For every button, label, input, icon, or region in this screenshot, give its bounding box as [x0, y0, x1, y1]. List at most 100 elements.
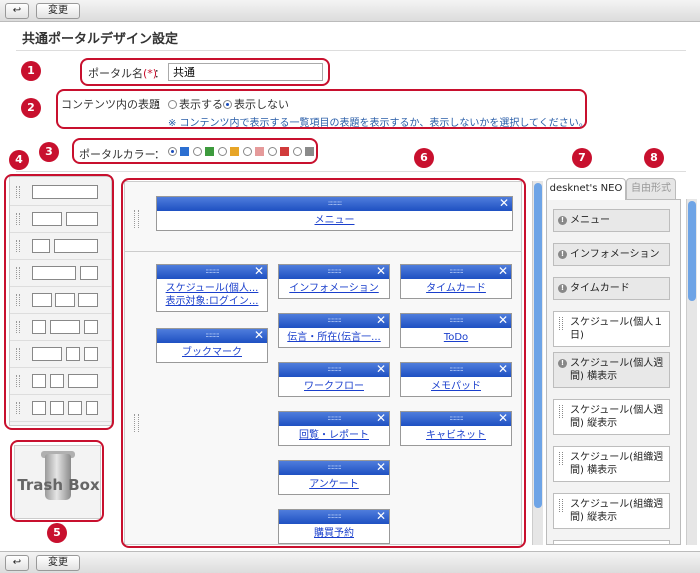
palette-item[interactable]: スケジュール(個人１日): [553, 311, 670, 347]
layout-option[interactable]: [10, 313, 111, 341]
portlet-title-link[interactable]: メニュー: [161, 214, 508, 227]
layout-option[interactable]: [10, 259, 111, 287]
radio-icon[interactable]: [168, 100, 177, 109]
portlet-header[interactable]: :::::::::: ✕: [279, 460, 389, 475]
color-swatch[interactable]: [205, 147, 214, 156]
color-radio[interactable]: [268, 147, 277, 156]
hide-option[interactable]: 表示しない: [223, 96, 289, 112]
color-swatch[interactable]: [255, 147, 264, 156]
portlet-header[interactable]: :::::::::: ✕: [401, 313, 511, 328]
close-icon[interactable]: ✕: [376, 313, 386, 327]
portlet-header[interactable]: :::::::::: ✕: [157, 264, 267, 279]
portlet[interactable]: :::::::::: ✕購買予約: [278, 509, 390, 544]
close-icon[interactable]: ✕: [376, 264, 386, 278]
row-drag-handle[interactable]: [134, 210, 139, 228]
layout-option[interactable]: [10, 286, 111, 314]
portlet-title-link[interactable]: ワークフロー: [283, 380, 385, 393]
color-radio[interactable]: [293, 147, 302, 156]
color-radio[interactable]: [168, 147, 177, 156]
change-button[interactable]: 変更: [36, 555, 80, 571]
layout-option[interactable]: [10, 178, 111, 206]
color-radio[interactable]: [193, 147, 202, 156]
close-icon[interactable]: ✕: [254, 328, 264, 342]
palette-item[interactable]: スケジュール(組織週間) 横表示: [553, 446, 670, 482]
show-option[interactable]: 表示する: [168, 96, 223, 112]
portlet-title-link[interactable]: タイムカード: [405, 282, 507, 295]
layout-option[interactable]: [10, 205, 111, 233]
palette-item[interactable]: スケジュール(個人月: [553, 540, 670, 544]
portlet-header[interactable]: :::::::::: ✕: [401, 411, 511, 426]
portlet[interactable]: :::::::::: ✕インフォメーション: [278, 264, 390, 299]
close-icon[interactable]: ✕: [376, 460, 386, 474]
close-icon[interactable]: ✕: [499, 196, 509, 210]
back-button[interactable]: ↩: [5, 3, 29, 19]
close-icon[interactable]: ✕: [498, 362, 508, 376]
portlet-title-link[interactable]: 伝言・所在(伝言一...: [283, 331, 385, 344]
portlet[interactable]: :::::::::: ✕アンケート: [278, 460, 390, 495]
row-drag-handle[interactable]: [134, 414, 139, 432]
row-divider: [125, 251, 521, 252]
color-radio[interactable]: [218, 147, 227, 156]
portlet-title-link[interactable]: インフォメーション: [283, 282, 385, 295]
trash-box[interactable]: Trash Box: [14, 445, 101, 519]
portlet-header[interactable]: :::::::::: ✕: [157, 328, 267, 343]
portlet[interactable]: :::::::::: ✕メニュー: [156, 196, 513, 231]
color-swatch[interactable]: [280, 147, 289, 156]
portlet[interactable]: :::::::::: ✕スケジュール(個人... 表示対象:ログイン...: [156, 264, 268, 312]
portlet-header[interactable]: :::::::::: ✕: [279, 264, 389, 279]
tab-desknets-neo[interactable]: desknet's NEO: [546, 178, 626, 200]
portlet-header[interactable]: :::::::::: ✕: [401, 264, 511, 279]
back-button[interactable]: ↩: [5, 555, 29, 571]
close-icon[interactable]: ✕: [376, 362, 386, 376]
palette-item[interactable]: スケジュール(組織週間) 縦表示: [553, 493, 670, 529]
canvas-scrollbar[interactable]: [532, 181, 543, 545]
close-icon[interactable]: ✕: [376, 411, 386, 425]
portlet-header[interactable]: :::::::::: ✕: [279, 411, 389, 426]
portlet-title-link[interactable]: 回覧・レポート: [283, 429, 385, 442]
top-toolbar: ↩ 変更: [0, 0, 700, 22]
portlet[interactable]: :::::::::: ✕メモパッド: [400, 362, 512, 397]
close-icon[interactable]: ✕: [498, 411, 508, 425]
portlet-title-link[interactable]: キャビネット: [405, 429, 507, 442]
change-button[interactable]: 変更: [36, 3, 80, 19]
portlet[interactable]: :::::::::: ✕伝言・所在(伝言一...: [278, 313, 390, 348]
color-radio[interactable]: [243, 147, 252, 156]
portlet[interactable]: :::::::::: ✕タイムカード: [400, 264, 512, 299]
layout-option[interactable]: [10, 394, 111, 422]
portlet[interactable]: :::::::::: ✕ブックマーク: [156, 328, 268, 363]
tab-free-format[interactable]: 自由形式: [626, 178, 676, 200]
palette-item[interactable]: スケジュール(個人週間) 縦表示: [553, 399, 670, 435]
portlet-subtitle-link[interactable]: 表示対象:ログイン...: [161, 295, 263, 308]
layout-option[interactable]: [10, 367, 111, 395]
layout-option[interactable]: [10, 340, 111, 368]
portlet-title-link[interactable]: アンケート: [283, 478, 385, 491]
portlet[interactable]: :::::::::: ✕ワークフロー: [278, 362, 390, 397]
close-icon[interactable]: ✕: [376, 509, 386, 523]
portlet[interactable]: :::::::::: ✕ToDo: [400, 313, 512, 348]
portlet-header[interactable]: :::::::::: ✕: [279, 509, 389, 524]
portlet-header[interactable]: :::::::::: ✕: [401, 362, 511, 377]
portlet-header[interactable]: :::::::::: ✕: [279, 313, 389, 328]
close-icon[interactable]: ✕: [498, 313, 508, 327]
callout-2: 2: [21, 98, 41, 118]
portal-name-input[interactable]: [168, 63, 323, 81]
portlet[interactable]: :::::::::: ✕回覧・レポート: [278, 411, 390, 446]
color-swatch[interactable]: [305, 147, 314, 156]
portlet-title-link[interactable]: ToDo: [405, 331, 507, 344]
scroll-thumb[interactable]: [688, 201, 696, 301]
portlet[interactable]: :::::::::: ✕キャビネット: [400, 411, 512, 446]
color-swatch[interactable]: [230, 147, 239, 156]
portlet-title-link[interactable]: ブックマーク: [161, 346, 263, 359]
palette-scrollbar[interactable]: [686, 199, 697, 545]
close-icon[interactable]: ✕: [498, 264, 508, 278]
portlet-title-link[interactable]: スケジュール(個人...: [161, 282, 263, 295]
portlet-header[interactable]: :::::::::: ✕: [157, 196, 512, 211]
radio-selected-icon[interactable]: [223, 100, 232, 109]
close-icon[interactable]: ✕: [254, 264, 264, 278]
portlet-title-link[interactable]: 購買予約: [283, 527, 385, 540]
color-swatch[interactable]: [180, 147, 189, 156]
portlet-header[interactable]: :::::::::: ✕: [279, 362, 389, 377]
layout-option[interactable]: [10, 232, 111, 260]
portlet-title-link[interactable]: メモパッド: [405, 380, 507, 393]
scroll-thumb[interactable]: [534, 183, 542, 508]
